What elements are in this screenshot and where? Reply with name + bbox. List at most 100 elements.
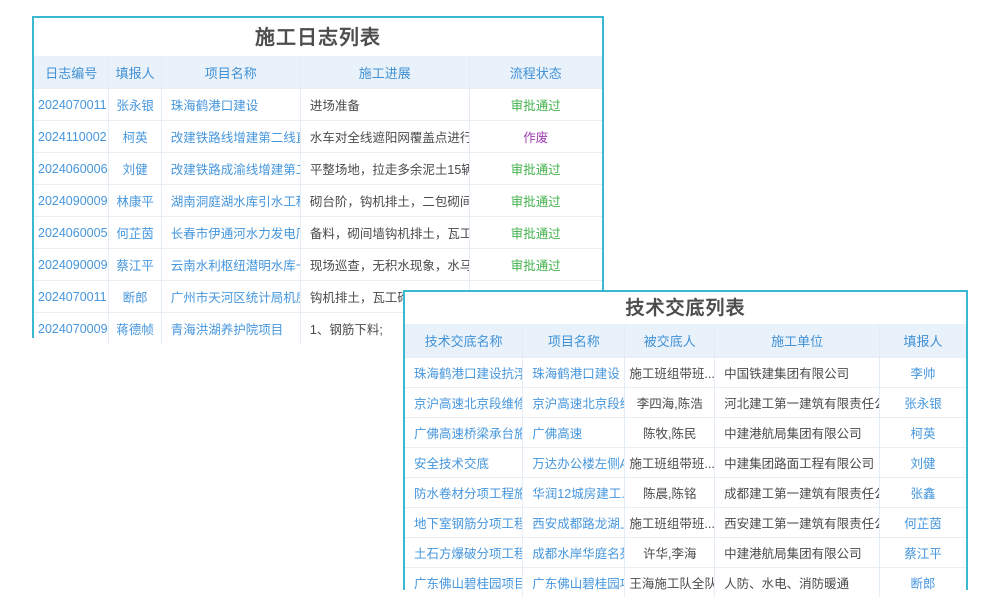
log-id-link[interactable]: 2024060006 [34,153,109,185]
technical-disclosure-table: 技术交底名称 项目名称 被交底人 施工单位 填报人 珠海鹤港口建设抗浮... 珠… [405,324,966,597]
reporter-link[interactable]: 林康平 [109,185,161,217]
progress-text: 平整场地，拉走多余泥土15辆... [300,153,469,185]
reporter-link[interactable]: 刘健 [109,153,161,185]
status-badge: 审批通过 [469,249,602,281]
progress-text: 进场准备 [300,89,469,121]
table-row: 2024090009 蔡江平 云南水利枢纽潜明水库一... 现场巡查，无积水现象… [34,249,602,281]
recipient-text: 施工班组带班... [625,508,715,538]
log-id-link[interactable]: 2024090009 [34,185,109,217]
reporter-link[interactable]: 蔡江平 [109,249,161,281]
recipient-text: 许华,李海 [625,538,715,568]
table-row: 2024090009 林康平 湖南洞庭湖水库引水工程... 砌台阶，钩机排土，二… [34,185,602,217]
reporter-link[interactable]: 柯英 [880,418,966,448]
disclosure-name-link[interactable]: 安全技术交底 [405,448,523,478]
recipient-text: 王海施工队全队 [625,568,715,598]
project-link[interactable]: 广州市天河区统计局机房... [161,281,300,313]
project-link[interactable]: 京沪高速北京段维修 [523,388,625,418]
progress-text: 备料，砌间墙钩机排土，瓦工... [300,217,469,249]
project-link[interactable]: 珠海鹤港口建设 [161,89,300,121]
disclosure-panel-title: 技术交底列表 [405,292,966,324]
log-col-header-progress: 施工进展 [300,56,469,89]
project-link[interactable]: 成都水岸华庭名苑... [523,538,625,568]
project-link[interactable]: 青海洪湖养护院项目 [161,313,300,345]
table-row: 广佛高速桥梁承台施... 广佛高速 陈牧,陈民 中建港航局集团有限公司 柯英 [405,418,966,448]
project-link[interactable]: 西安成都路龙湖上... [523,508,625,538]
project-link[interactable]: 湖南洞庭湖水库引水工程... [161,185,300,217]
log-col-header-project: 项目名称 [161,56,300,89]
project-link[interactable]: 广佛高速 [523,418,625,448]
project-link[interactable]: 华润12城房建工... [523,478,625,508]
reporter-link[interactable]: 李帅 [880,358,966,388]
technical-disclosure-panel: 技术交底列表 技术交底名称 项目名称 被交底人 施工单位 填报人 珠海鹤港口建设… [403,290,968,590]
table-row: 2024070011 张永银 珠海鹤港口建设 进场准备 审批通过 [34,89,602,121]
log-col-header-reporter: 填报人 [109,56,161,89]
log-panel-title: 施工日志列表 [34,18,602,56]
disclosure-name-link[interactable]: 京沪高速北京段维修... [405,388,523,418]
unit-text: 中建港航局集团有限公司 [715,418,880,448]
reporter-link[interactable]: 张永银 [880,388,966,418]
status-badge: 审批通过 [469,153,602,185]
project-link[interactable]: 改建铁路成渝线增建第二... [161,153,300,185]
log-table-header-row: 日志编号 填报人 项目名称 施工进展 流程状态 [34,56,602,89]
disclosure-name-link[interactable]: 珠海鹤港口建设抗浮... [405,358,523,388]
status-badge: 审批通过 [469,217,602,249]
status-badge: 作废 [469,121,602,153]
progress-text: 现场巡查，无积水现象，水马... [300,249,469,281]
recipient-text: 陈牧,陈民 [625,418,715,448]
table-row: 2024060005 何芷茵 长春市伊通河水力发电厂... 备料，砌间墙钩机排土… [34,217,602,249]
disclosure-col-header-project: 项目名称 [523,324,625,358]
log-id-link[interactable]: 2024060005 [34,217,109,249]
table-row: 珠海鹤港口建设抗浮... 珠海鹤港口建设 施工班组带班... 中国铁建集团有限公… [405,358,966,388]
disclosure-table-header-row: 技术交底名称 项目名称 被交底人 施工单位 填报人 [405,324,966,358]
unit-text: 西安建工第一建筑有限责任公司 [715,508,880,538]
log-col-header-id: 日志编号 [34,56,109,89]
disclosure-name-link[interactable]: 广佛高速桥梁承台施... [405,418,523,448]
log-col-header-status: 流程状态 [469,56,602,89]
project-link[interactable]: 改建铁路线增建第二线直... [161,121,300,153]
recipient-text: 李四海,陈浩 [625,388,715,418]
project-link[interactable]: 珠海鹤港口建设 [523,358,625,388]
disclosure-name-link[interactable]: 地下室钢筋分项工程... [405,508,523,538]
reporter-link[interactable]: 柯英 [109,121,161,153]
log-id-link[interactable]: 2024090009 [34,249,109,281]
log-id-link[interactable]: 2024070009 [34,313,109,345]
unit-text: 河北建工第一建筑有限责任公司 [715,388,880,418]
recipient-text: 陈晨,陈铭 [625,478,715,508]
status-badge: 审批通过 [469,89,602,121]
disclosure-col-header-reporter: 填报人 [880,324,966,358]
unit-text: 中建集团路面工程有限公司 [715,448,880,478]
recipient-text: 施工班组带班... [625,358,715,388]
reporter-link[interactable]: 蔡江平 [880,538,966,568]
table-row: 2024060006 刘健 改建铁路成渝线增建第二... 平整场地，拉走多余泥土… [34,153,602,185]
recipient-text: 施工班组带班... [625,448,715,478]
reporter-link[interactable]: 断郎 [880,568,966,598]
reporter-link[interactable]: 刘健 [880,448,966,478]
table-row: 地下室钢筋分项工程... 西安成都路龙湖上... 施工班组带班... 西安建工第… [405,508,966,538]
project-link[interactable]: 广东佛山碧桂园项目 [523,568,625,598]
project-link[interactable]: 长春市伊通河水力发电厂... [161,217,300,249]
reporter-link[interactable]: 何芷茵 [880,508,966,538]
disclosure-name-link[interactable]: 防水卷材分项工程施... [405,478,523,508]
table-row: 京沪高速北京段维修... 京沪高速北京段维修 李四海,陈浩 河北建工第一建筑有限… [405,388,966,418]
table-row: 土石方爆破分项工程... 成都水岸华庭名苑... 许华,李海 中建港航局集团有限… [405,538,966,568]
log-id-link[interactable]: 2024110002 [34,121,109,153]
reporter-link[interactable]: 何芷茵 [109,217,161,249]
reporter-link[interactable]: 张永银 [109,89,161,121]
unit-text: 中国铁建集团有限公司 [715,358,880,388]
disclosure-name-link[interactable]: 土石方爆破分项工程... [405,538,523,568]
log-id-link[interactable]: 2024070011 [34,89,109,121]
reporter-link[interactable]: 张鑫 [880,478,966,508]
disclosure-name-link[interactable]: 广东佛山碧桂园项目... [405,568,523,598]
disclosure-col-header-unit: 施工单位 [715,324,880,358]
unit-text: 人防、水电、消防暖通 [715,568,880,598]
unit-text: 中建港航局集团有限公司 [715,538,880,568]
reporter-link[interactable]: 断郎 [109,281,161,313]
table-row: 2024110002 柯英 改建铁路线增建第二线直... 水车对全线遮阳网覆盖点… [34,121,602,153]
project-link[interactable]: 万达办公楼左侧A... [523,448,625,478]
status-badge: 审批通过 [469,185,602,217]
reporter-link[interactable]: 蒋德帧 [109,313,161,345]
table-row: 广东佛山碧桂园项目... 广东佛山碧桂园项目 王海施工队全队 人防、水电、消防暖… [405,568,966,598]
log-id-link[interactable]: 2024070011 [34,281,109,313]
project-link[interactable]: 云南水利枢纽潜明水库一... [161,249,300,281]
table-row: 安全技术交底 万达办公楼左侧A... 施工班组带班... 中建集团路面工程有限公… [405,448,966,478]
